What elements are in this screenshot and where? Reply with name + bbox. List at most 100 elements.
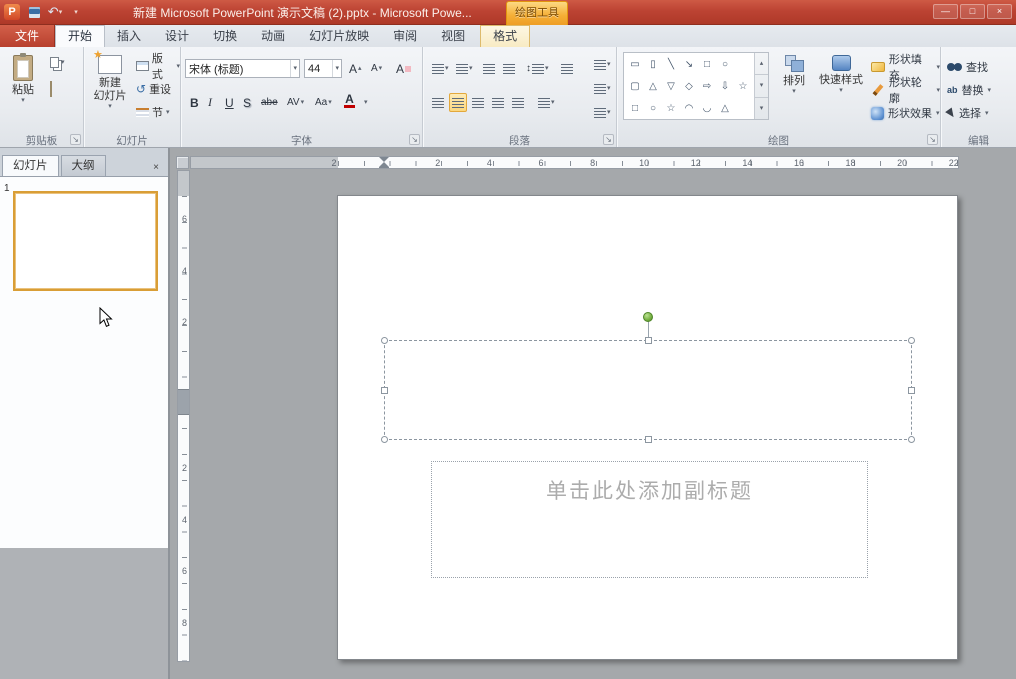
subtitle-placeholder[interactable]: 单击此处添加副标题 (431, 461, 868, 578)
tab-review[interactable]: 审阅 (381, 25, 429, 47)
text-highlight-button[interactable] (558, 59, 576, 78)
minimize-button[interactable]: — (933, 4, 958, 19)
glyph: 10 (618, 157, 670, 169)
bold-button[interactable]: B (187, 93, 202, 112)
bullets-button[interactable]: ▾ (429, 59, 452, 78)
tab-transitions[interactable]: 切换 (201, 25, 249, 47)
glyph: 14 (722, 157, 774, 169)
glyph: ○ (644, 103, 662, 114)
decrease-indent-button[interactable] (480, 59, 498, 78)
tab-animations[interactable]: 动画 (249, 25, 297, 47)
shapes-gallery[interactable]: ▭▯╲↘□○ ▢△▽◇⇨⇩☆ □○☆◠◡△ ▴ ▾ ▾ (623, 52, 769, 120)
resize-handle-bottom-center[interactable] (645, 436, 652, 443)
rotation-handle[interactable] (643, 312, 653, 322)
text-direction-button[interactable]: ▾ (591, 55, 614, 74)
title-placeholder[interactable] (384, 340, 912, 440)
align-left-button[interactable] (429, 93, 447, 112)
tab-file[interactable]: 文件 (0, 25, 55, 47)
h-ruler-margin-zone (191, 157, 338, 169)
chevron-down-icon: ▾ (21, 97, 25, 104)
clipboard-dialog-launcher-icon[interactable]: ↘ (70, 134, 81, 145)
left-indent-icon[interactable] (379, 167, 389, 169)
change-case-button[interactable]: Aa▾ (312, 93, 335, 112)
tab-insert[interactable]: 插入 (105, 25, 153, 47)
layout-button[interactable]: 版式▾ (136, 57, 180, 75)
shape-outline-button[interactable]: 形状轮廓▾ (871, 80, 940, 100)
distribute-button[interactable] (509, 93, 527, 112)
editing-canvas[interactable]: 2 246810121416182022 642 246810 单击此处添加副 (170, 148, 1016, 679)
line-spacing-button[interactable]: ↕▾ (523, 59, 552, 78)
character-spacing-button[interactable]: AV▾ (284, 93, 307, 112)
resize-handle-middle-left[interactable] (381, 387, 388, 394)
drawing-dialog-launcher-icon[interactable]: ↘ (927, 134, 938, 145)
slide-surface[interactable]: 单击此处添加副标题 (337, 195, 958, 660)
font-color-button[interactable]: A (341, 91, 358, 110)
font-dialog-launcher-icon[interactable]: ↘ (409, 134, 420, 145)
numbering-button[interactable]: ▾ (453, 59, 476, 78)
powerpoint-app-icon[interactable]: P (4, 4, 20, 20)
tab-design[interactable]: 设计 (153, 25, 201, 47)
justify-button[interactable] (489, 93, 507, 112)
align-right-button[interactable] (469, 93, 487, 112)
shrink-font-button[interactable]: A▾ (368, 59, 385, 78)
resize-handle-top-left[interactable] (381, 337, 388, 344)
align-text-button[interactable]: ▾ (591, 79, 614, 98)
chevron-down-icon: ▾ (74, 9, 78, 16)
scroll-up-icon[interactable]: ▴ (755, 53, 768, 74)
align-center-button[interactable] (449, 93, 467, 112)
reset-button[interactable]: ↺重设 (136, 80, 180, 98)
font-color-dropdown[interactable]: ▾ (361, 93, 371, 112)
resize-handle-bottom-right[interactable] (908, 436, 915, 443)
copy-button[interactable]: ▾ (50, 57, 65, 68)
replace-button[interactable]: ab替换▾ (947, 80, 991, 100)
glyph: 4 (178, 494, 190, 546)
indent-marker[interactable] (379, 157, 390, 169)
maximize-button[interactable]: □ (960, 4, 985, 19)
slide-1-thumbnail[interactable] (13, 191, 158, 291)
arrange-button[interactable]: 排列 ▾ (775, 50, 813, 131)
shape-effects-button[interactable]: 形状效果▾ (871, 103, 940, 123)
format-painter-button[interactable] (50, 82, 65, 96)
v-ruler-marker[interactable] (178, 389, 190, 415)
font-size-combobox[interactable]: 44 ▾ (304, 59, 342, 78)
pane-tab-outline[interactable]: 大纲 (61, 155, 106, 176)
resize-handle-bottom-left[interactable] (381, 436, 388, 443)
tab-format[interactable]: 格式 (480, 25, 530, 47)
glyph: □ (698, 59, 716, 70)
convert-smartart-button[interactable]: ▾ (591, 103, 614, 122)
columns-button[interactable]: ▾ (535, 93, 558, 112)
paste-button[interactable]: 粘贴 ▾ (4, 50, 42, 131)
resize-handle-middle-right[interactable] (908, 387, 915, 394)
strikethrough-button[interactable]: abe (258, 93, 281, 112)
resize-handle-top-center[interactable] (645, 337, 652, 344)
new-slide-button[interactable]: ★ 新建 幻灯片 ▾ (87, 50, 133, 131)
text-shadow-button[interactable]: S (240, 93, 254, 112)
tab-view[interactable]: 视图 (429, 25, 477, 47)
clear-formatting-button[interactable]: A (393, 59, 414, 78)
section-button[interactable]: 节▾ (136, 103, 180, 121)
select-button[interactable]: 选择▾ (947, 103, 989, 123)
paragraph-dialog-launcher-icon[interactable]: ↘ (603, 134, 614, 145)
thumbnail-area: 1 (0, 176, 168, 548)
close-button[interactable]: × (987, 4, 1012, 19)
underline-button[interactable]: U (222, 93, 237, 112)
tab-home[interactable]: 开始 (55, 25, 105, 47)
undo-button[interactable]: ↶▾ (45, 3, 65, 22)
grow-font-button[interactable]: A▴ (346, 59, 365, 78)
font-name-combobox[interactable]: 宋体 (标题) ▾ (185, 59, 300, 78)
increase-indent-button[interactable] (500, 59, 518, 78)
gallery-more-icon[interactable]: ▾ (755, 97, 768, 119)
save-button[interactable] (24, 3, 44, 22)
resize-handle-top-right[interactable] (908, 337, 915, 344)
qat-customize-button[interactable]: ▾ (66, 3, 86, 22)
pane-close-button[interactable]: × (148, 160, 164, 176)
scroll-down-icon[interactable]: ▾ (755, 74, 768, 96)
chevron-down-icon: ▾ (936, 87, 940, 94)
ribbon: 粘贴 ▾ ▾ 剪贴板 ↘ ★ 新建 幻灯片 ▾ 版式▾ ↺重设 节▾ 幻灯片 宋… (0, 47, 1016, 148)
tab-slideshow[interactable]: 幻灯片放映 (297, 25, 381, 47)
quick-styles-button[interactable]: 快速样式 ▾ (815, 50, 867, 131)
find-button[interactable]: 查找 (947, 57, 988, 77)
shapes-gallery-scrollbar[interactable]: ▴ ▾ ▾ (754, 53, 768, 119)
italic-button[interactable]: I (205, 93, 215, 112)
pane-tab-slides[interactable]: 幻灯片 (2, 155, 59, 176)
